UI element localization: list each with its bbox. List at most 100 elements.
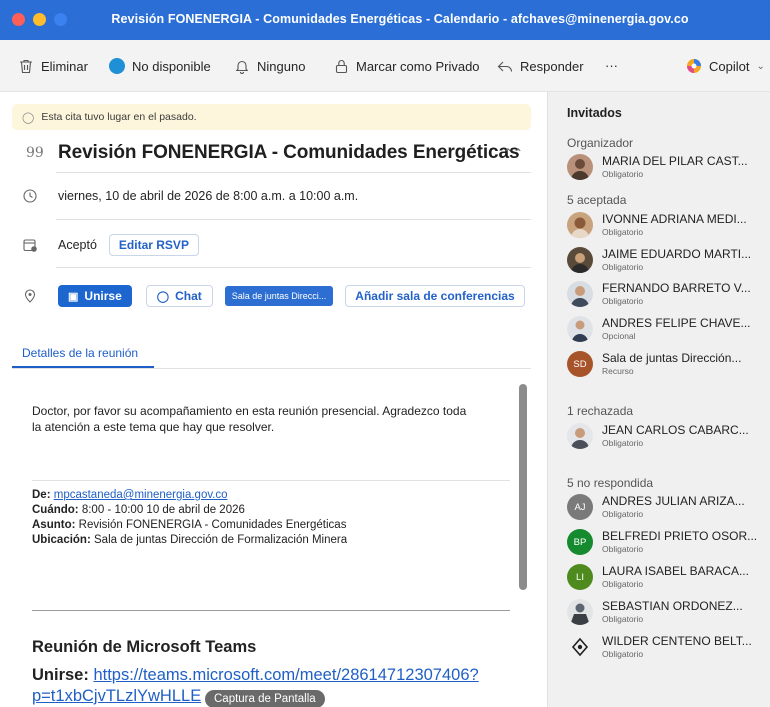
delete-label: Eliminar xyxy=(41,58,88,74)
chat-button[interactable]: ◯ Chat xyxy=(145,285,213,307)
avatar xyxy=(567,316,593,342)
when-line: Cuándo: 8:00 - 10:00 10 de abril de 2026 xyxy=(32,504,245,516)
datetime-row: viernes, 10 de abril de 2026 de 8:00 a.m… xyxy=(22,188,358,204)
window-title: Revisión FONENERGIA - Comunidades Energé… xyxy=(111,12,689,26)
event-details-pane: ◯ Esta cita tuvo lugar en el pasado. 99 … xyxy=(0,92,547,707)
attendee-noresponse[interactable]: AJ ANDRES JULIAN ARIZA... Obligatorio xyxy=(567,494,767,522)
chat-bubble-icon: ◯ xyxy=(156,290,170,303)
forwarded-meta: De: mpcastaneda@minenergia.gov.co Cuándo… xyxy=(32,488,347,548)
reply-arrow-icon xyxy=(497,58,513,74)
invitees-title: Invitados xyxy=(567,106,622,120)
toolbar: Eliminar No disponible Ninguno Marcar co… xyxy=(0,40,770,92)
attendee-noresponse[interactable]: SEBASTIAN ORDONEZ... Obligatorio xyxy=(567,599,767,627)
delete-button[interactable]: Eliminar xyxy=(18,58,88,74)
avatar xyxy=(567,599,593,625)
reply-label: Responder xyxy=(520,58,584,74)
divider xyxy=(56,219,531,220)
chat-label: Chat xyxy=(175,289,202,303)
event-subject: Revisión FONENERGIA - Comunidades Energé… xyxy=(58,142,520,163)
clock-icon xyxy=(22,188,38,204)
event-datetime: viernes, 10 de abril de 2026 de 8:00 a.m… xyxy=(58,189,359,203)
avatar: SD xyxy=(567,351,593,377)
avatar xyxy=(567,212,593,238)
outlook-event-window: Revisión FONENERGIA - Comunidades Energé… xyxy=(0,0,770,707)
add-conference-room-button[interactable]: Añadir sala de conferencias xyxy=(345,285,525,307)
scrollbar[interactable] xyxy=(519,384,527,590)
bell-icon xyxy=(234,58,250,74)
avatar xyxy=(567,423,593,449)
mark-private-button[interactable]: Marcar como Privado xyxy=(333,58,480,74)
divider xyxy=(56,172,531,173)
teams-meeting-title: Reunión de Microsoft Teams xyxy=(32,638,257,656)
divider xyxy=(32,480,510,481)
attendee-noresponse[interactable]: LI LAURA ISABEL BARACA... Obligatorio xyxy=(567,564,767,592)
tab-meeting-details[interactable]: Detalles de la reunión xyxy=(22,346,138,360)
organizer-heading: Organizador xyxy=(567,136,634,150)
attendee-organizer[interactable]: MARIA DEL PILAR CAST... Obligatorio xyxy=(567,154,767,182)
invitees-pane: Invitados Organizador MARIA DEL PILAR CA… xyxy=(547,92,770,707)
attendee-accepted[interactable]: FERNANDO BARRETO V... Obligatorio xyxy=(567,281,767,309)
join-meeting-label: Unirse xyxy=(84,289,122,303)
message-line: Doctor, por favor su acompañamiento en e… xyxy=(32,404,467,418)
calendar-check-icon xyxy=(22,237,38,253)
teams-join-link-cont[interactable]: p=t1xbCjvTLzlYwHLLE xyxy=(32,687,201,705)
title-bar: Revisión FONENERGIA - Comunidades Energé… xyxy=(0,0,770,40)
location-line: Ubicación: Sala de juntas Dirección de F… xyxy=(32,534,348,546)
copilot-button[interactable]: Copilot ⌄ xyxy=(686,58,765,74)
room-chip[interactable]: Sala de juntas Direcci... xyxy=(224,286,334,306)
divider xyxy=(32,610,510,611)
reminder-label: Ninguno xyxy=(257,58,306,74)
trash-icon xyxy=(18,58,34,74)
collapse-chevron-icon[interactable]: ⌃⌃ xyxy=(503,146,523,160)
copilot-label: Copilot xyxy=(709,58,750,74)
from-email-link[interactable]: mpcastaneda@minenergia.gov.co xyxy=(54,489,228,501)
avatar xyxy=(567,247,593,273)
avatar xyxy=(567,281,593,307)
noresponse-heading: 5 no respondida xyxy=(567,476,654,490)
attendee-accepted[interactable]: JAIME EDUARDO MARTI... Obligatorio xyxy=(567,247,767,275)
teams-join-link[interactable]: https://teams.microsoft.com/meet/2861471… xyxy=(93,666,478,684)
attendee-accepted[interactable]: ANDRES FELIPE CHAVE... Opcional xyxy=(567,316,767,344)
join-label: Unirse: xyxy=(32,666,89,684)
screenshot-tooltip: Captura de Pantalla xyxy=(205,690,325,707)
past-event-icon: ◯ xyxy=(22,111,35,124)
chevron-down-icon: ⌄ xyxy=(756,60,765,72)
attendee-accepted[interactable]: IVONNE ADRIANA MEDI... Obligatorio xyxy=(567,212,767,240)
mark-private-label: Marcar como Privado xyxy=(356,58,480,74)
subject-row: 99 Revisión FONENERGIA - Comunidades Ene… xyxy=(12,134,531,172)
attendee-noresponse[interactable]: WILDER CENTENO BELT... Obligatorio xyxy=(567,634,767,662)
attendee-noresponse[interactable]: BP BELFREDI PRIETO OSOR... Obligatorio xyxy=(567,529,767,557)
join-meeting-button[interactable]: ▣ Unirse xyxy=(58,285,132,307)
past-event-text: Esta cita tuvo lugar en el pasado. xyxy=(41,111,197,123)
avatar: LI xyxy=(567,564,593,590)
from-line: De: mpcastaneda@minenergia.gov.co xyxy=(32,489,228,501)
reply-button[interactable]: Responder xyxy=(497,58,584,74)
divider xyxy=(56,267,531,268)
divider xyxy=(12,368,531,369)
quote-icon: 99 xyxy=(26,145,44,161)
edit-rsvp-button[interactable]: Editar RSVP xyxy=(108,234,199,256)
rsvp-status: Aceptó xyxy=(58,238,97,252)
attendee-declined[interactable]: JEAN CARLOS CABARC... Obligatorio xyxy=(567,423,767,451)
show-as-dropdown[interactable]: No disponible xyxy=(109,58,211,74)
teams-icon: ▣ xyxy=(68,290,79,303)
subject-line: Asunto: Revisión FONENERGIA - Comunidade… xyxy=(32,519,347,531)
past-event-notice: ◯ Esta cita tuvo lugar en el pasado. xyxy=(12,104,531,130)
attendee-accepted[interactable]: SD Sala de juntas Dirección... Recurso xyxy=(567,351,767,379)
accepted-heading: 5 aceptada xyxy=(567,193,627,207)
lock-icon xyxy=(333,58,349,74)
avatar xyxy=(567,154,593,180)
more-options-button[interactable]: ··· xyxy=(605,58,618,73)
location-pin-icon xyxy=(22,288,38,304)
reminder-dropdown[interactable]: Ninguno xyxy=(234,58,305,74)
show-as-label: No disponible xyxy=(132,58,211,74)
avatar: AJ xyxy=(567,494,593,520)
rsvp-row: Aceptó Editar RSVP xyxy=(22,234,199,256)
message-line: la atención a este tema que hay que reso… xyxy=(32,420,275,434)
more-options-label: ··· xyxy=(605,58,618,73)
avatar: BP xyxy=(567,529,593,555)
busy-status-icon xyxy=(109,58,125,74)
copilot-icon xyxy=(686,58,702,74)
location-row: ▣ Unirse ◯ Chat Sala de juntas Direcci..… xyxy=(22,285,525,307)
declined-heading: 1 rechazada xyxy=(567,404,634,418)
